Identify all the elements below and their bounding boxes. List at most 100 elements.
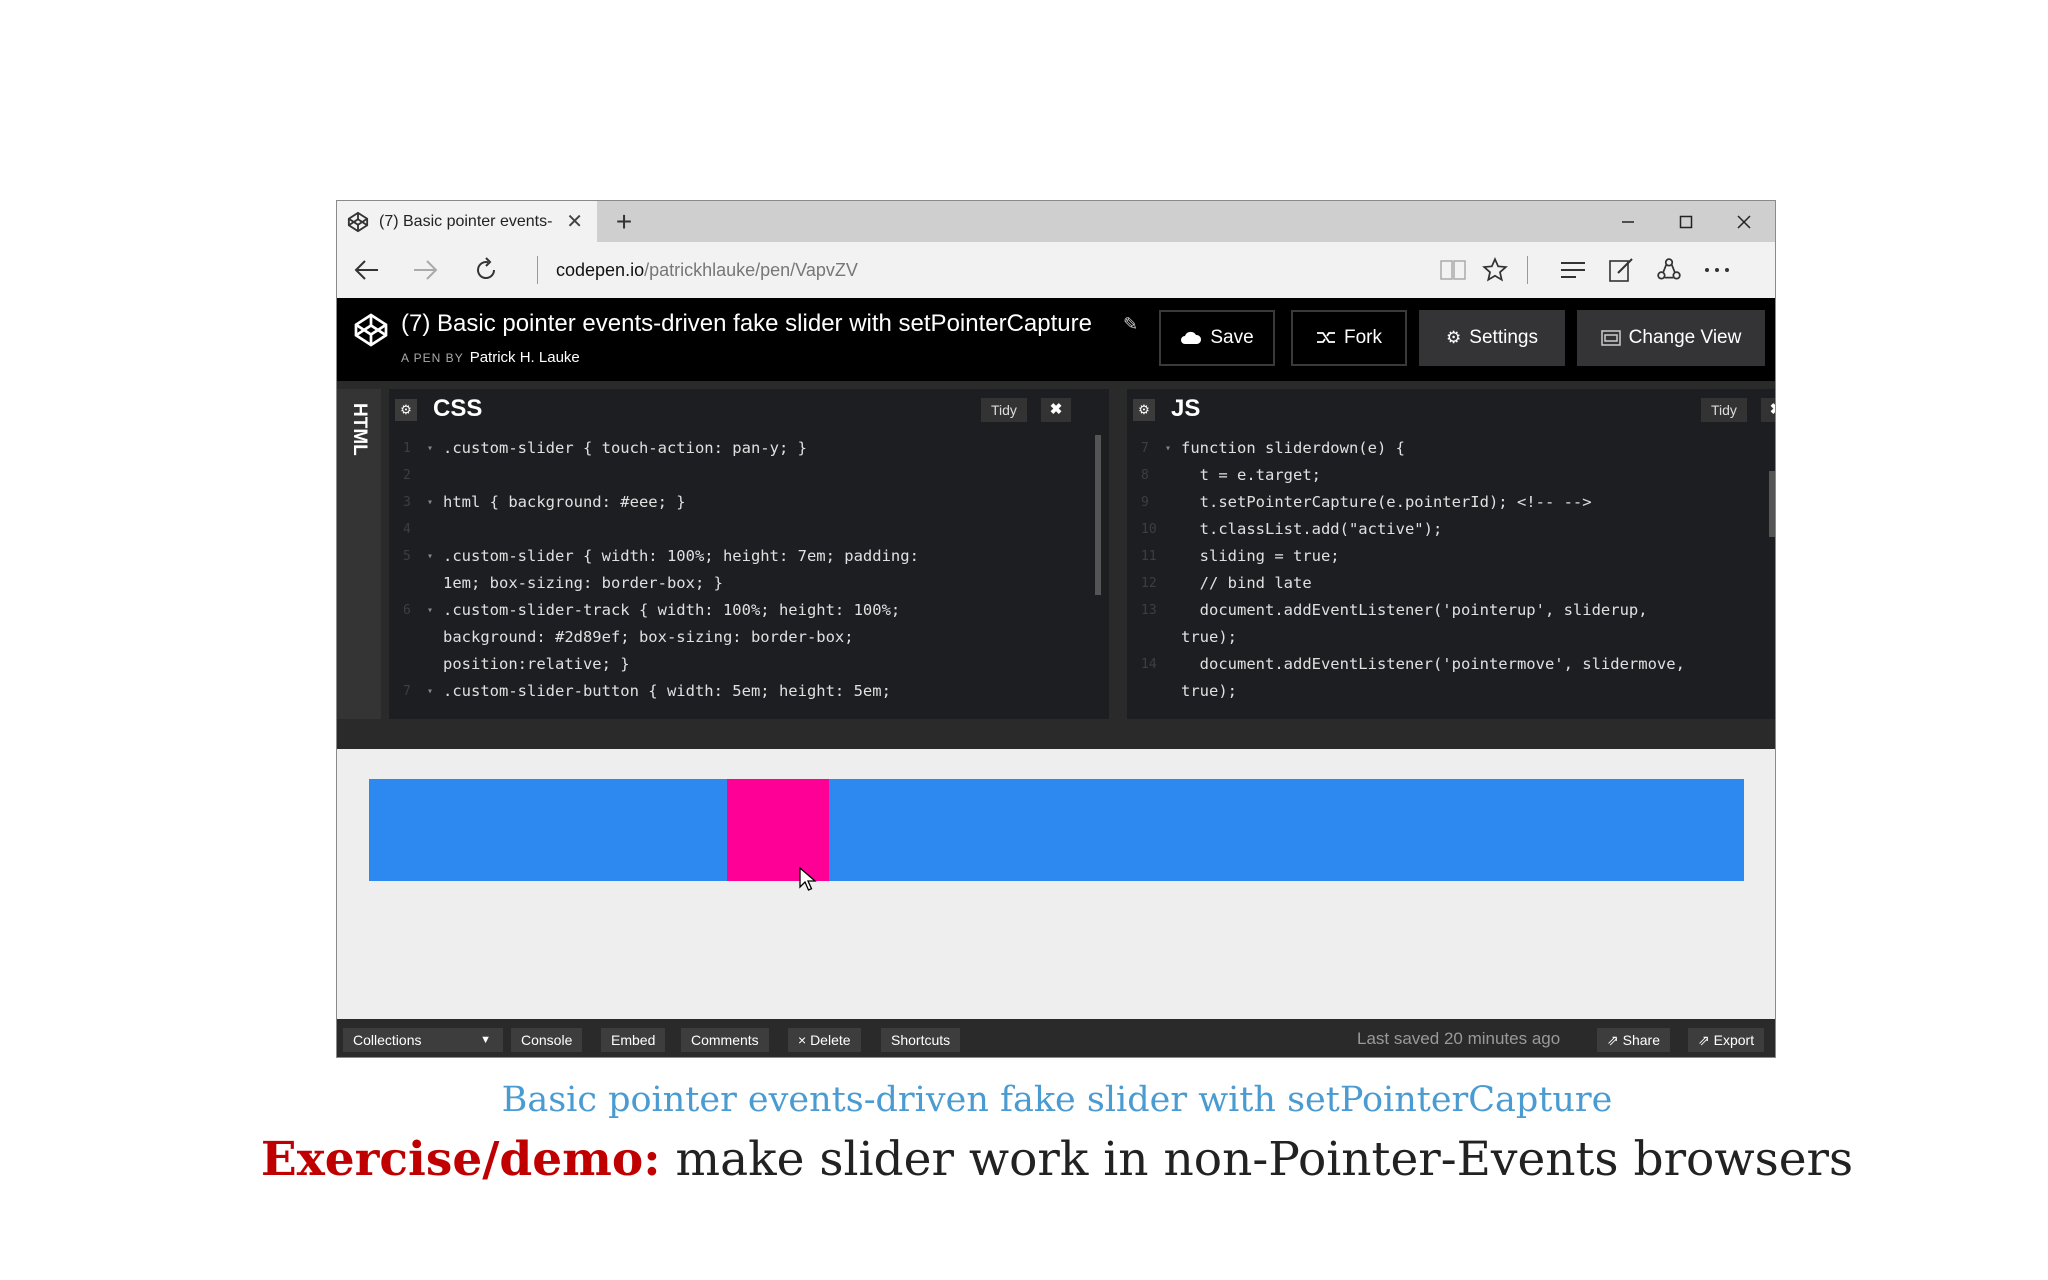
js-code-line[interactable]: true);	[1127, 624, 1763, 651]
slide-subtitle: Basic pointer events-driven fake slider …	[501, 1080, 1613, 1120]
fork-button[interactable]: Fork	[1291, 310, 1407, 366]
refresh-icon[interactable]	[461, 242, 511, 298]
export-button[interactable]: ⇗ Export	[1688, 1028, 1765, 1052]
html-editor-label: HTML	[349, 403, 370, 456]
edit-title-icon[interactable]: ✎	[1123, 314, 1138, 335]
settings-label: Settings	[1469, 327, 1538, 348]
line-number: 7	[1141, 441, 1149, 456]
close-window-icon[interactable]	[1715, 201, 1773, 242]
url-separator	[537, 256, 538, 284]
css-settings-gear-icon[interactable]: ⚙	[395, 399, 417, 421]
js-code[interactable]: 7 ▾ function sliderdown(e) {8 t = e.target…	[1127, 435, 1763, 705]
favorite-star-icon[interactable]	[1473, 242, 1517, 298]
css-code-line[interactable]: 1em; box-sizing: border-box; }	[389, 570, 1095, 597]
js-tidy-button[interactable]: Tidy	[1701, 398, 1747, 422]
share-icon[interactable]	[1647, 242, 1691, 298]
css-editor-header: ⚙ CSS Tidy ✖	[389, 389, 1109, 429]
css-tidy-button[interactable]: Tidy	[981, 398, 1027, 422]
js-code-line[interactable]: true);	[1127, 678, 1763, 705]
toolbar-separator	[1527, 256, 1528, 284]
browser-window: (7) Basic pointer events- ✕ + codepen.io…	[336, 200, 1776, 1058]
line-number: 4	[403, 522, 411, 537]
css-editor[interactable]: ⚙ CSS Tidy ✖ 1 ▾ .custom-slider { touch-ac…	[389, 389, 1109, 719]
js-code-line[interactable]: 12 // bind late	[1127, 570, 1763, 597]
js-scrollbar[interactable]	[1769, 471, 1775, 537]
fold-arrow-icon[interactable]: ▾	[427, 678, 433, 705]
url-host: codepen.io	[556, 260, 645, 280]
js-editor-header: ⚙ JS Tidy ✖	[1127, 389, 1775, 429]
author-link[interactable]: Patrick H. Lauke	[470, 349, 580, 366]
js-settings-gear-icon[interactable]: ⚙	[1133, 399, 1155, 421]
console-button[interactable]: Console	[511, 1028, 583, 1052]
comments-button[interactable]: Comments	[681, 1028, 769, 1052]
css-code-line[interactable]: 6 ▾ .custom-slider-track { width: 100%; he…	[389, 597, 1095, 624]
code-text: t.classList.add("active");	[1181, 520, 1443, 538]
new-tab-button[interactable]: +	[599, 201, 649, 242]
reading-view-icon[interactable]	[1431, 242, 1475, 298]
js-code-line[interactable]: 9 t.setPointerCapture(e.pointerId); <!--…	[1127, 489, 1763, 516]
web-note-icon[interactable]	[1599, 242, 1643, 298]
js-code-line[interactable]: 11 sliding = true;	[1127, 543, 1763, 570]
css-code-line[interactable]: background: #2d89ef; box-sizing: border-…	[389, 624, 1095, 651]
css-scrollbar[interactable]	[1095, 435, 1101, 595]
css-code-line[interactable]: 1 ▾ .custom-slider { touch-action: pan-y; …	[389, 435, 1095, 462]
js-code-line[interactable]: 10 t.classList.add("active");	[1127, 516, 1763, 543]
delete-button[interactable]: × Delete	[788, 1028, 861, 1052]
slider-thumb[interactable]	[727, 779, 829, 881]
js-code-line[interactable]: 14 document.addEventListener('pointermov…	[1127, 651, 1763, 678]
js-editor-title: JS	[1171, 395, 1201, 422]
code-text: .custom-slider-button { width: 5em; heig…	[443, 682, 891, 700]
more-icon[interactable]	[1695, 242, 1739, 298]
fold-arrow-icon[interactable]: ▾	[427, 543, 433, 570]
css-close-icon[interactable]: ✖	[1041, 398, 1071, 422]
codepen-logo-icon[interactable]	[353, 312, 389, 348]
layout-icon	[1600, 330, 1621, 346]
js-code-line[interactable]: 7 ▾ function sliderdown(e) {	[1127, 435, 1763, 462]
css-code-line[interactable]: position:relative; }	[389, 651, 1095, 678]
css-code-line[interactable]: 3 ▾ html { background: #eee; }	[389, 489, 1095, 516]
back-icon[interactable]	[341, 242, 391, 298]
js-code-line[interactable]: 8 t = e.target;	[1127, 462, 1763, 489]
embed-button[interactable]: Embed	[601, 1028, 666, 1052]
maximize-icon[interactable]	[1657, 201, 1715, 242]
collections-label: Collections	[353, 1032, 422, 1048]
slider-track[interactable]	[369, 779, 1744, 881]
code-text: true);	[1181, 682, 1237, 700]
minimize-icon[interactable]	[1599, 201, 1657, 242]
fold-arrow-icon[interactable]: ▾	[427, 597, 433, 624]
code-text: background: #2d89ef; box-sizing: border-…	[443, 628, 854, 646]
css-code-line[interactable]: 7 ▾ .custom-slider-button { width: 5em; he…	[389, 678, 1095, 705]
css-code-line[interactable]: 4	[389, 516, 1095, 543]
save-button[interactable]: Save	[1159, 310, 1275, 366]
css-code-line[interactable]: 2	[389, 462, 1095, 489]
line-number: 8	[1141, 468, 1149, 483]
css-code-line[interactable]: 5 ▾ .custom-slider { width: 100%; height: …	[389, 543, 1095, 570]
share-button[interactable]: ⇗ Share	[1597, 1028, 1670, 1052]
url-field[interactable]: codepen.io/patrickhlauke/pen/VapvZV	[556, 242, 858, 298]
codepen-favicon-icon	[347, 211, 369, 232]
html-editor-collapsed[interactable]: HTML	[337, 389, 381, 719]
tab-bar: (7) Basic pointer events- ✕ +	[337, 201, 1775, 242]
code-text: document.addEventListener('pointerup', s…	[1181, 601, 1648, 619]
resize-bar[interactable]	[337, 727, 1775, 749]
shortcuts-button[interactable]: Shortcuts	[881, 1028, 961, 1052]
fold-arrow-icon[interactable]: ▾	[1165, 435, 1171, 462]
line-number: 13	[1141, 603, 1157, 618]
settings-button[interactable]: ⚙ Settings	[1419, 310, 1565, 366]
collections-dropdown[interactable]: Collections ▼	[343, 1028, 503, 1052]
change-view-button[interactable]: Change View	[1577, 310, 1765, 366]
js-close-icon[interactable]: ✖	[1761, 398, 1775, 422]
tab-close-icon[interactable]: ✕	[566, 209, 583, 234]
fold-arrow-icon[interactable]: ▾	[427, 489, 433, 516]
gear-icon: ⚙	[1446, 328, 1462, 347]
js-editor[interactable]: ⚙ JS Tidy ✖ 7 ▾ function sliderdown(e) {8 …	[1127, 389, 1775, 719]
address-bar: codepen.io/patrickhlauke/pen/VapvZV	[337, 242, 1775, 298]
hub-icon[interactable]	[1551, 242, 1595, 298]
js-code-line[interactable]: 13 document.addEventListener('pointerup'…	[1127, 597, 1763, 624]
fold-arrow-icon[interactable]: ▾	[427, 435, 433, 462]
forward-icon[interactable]	[401, 242, 451, 298]
code-text: .custom-slider-track { width: 100%; heig…	[443, 601, 901, 619]
css-code[interactable]: 1 ▾ .custom-slider { touch-action: pan-y; …	[389, 435, 1095, 705]
browser-tab[interactable]: (7) Basic pointer events- ✕	[337, 201, 597, 242]
code-text: html { background: #eee; }	[443, 493, 686, 511]
